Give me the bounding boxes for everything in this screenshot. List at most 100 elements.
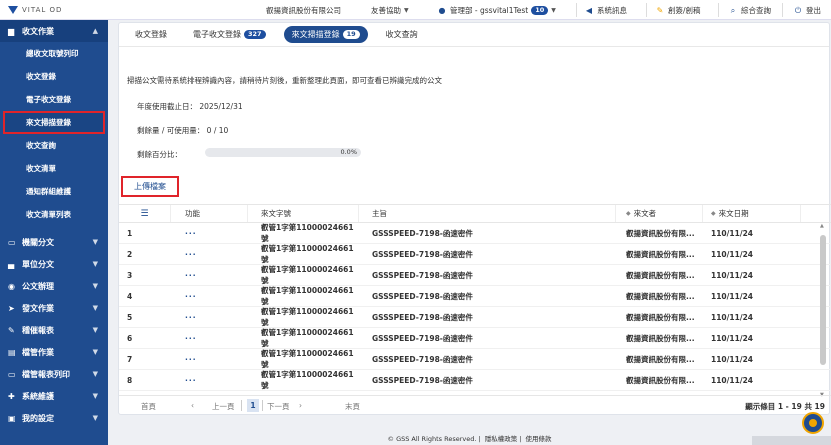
sidebar-item[interactable]: 收文查詢 xyxy=(0,134,108,157)
row-subject: GSSSPEED-7198-函速密件 xyxy=(372,312,473,322)
divider xyxy=(718,3,719,17)
scroll-thumb[interactable] xyxy=(820,235,826,365)
terms-link[interactable]: 使用條款 xyxy=(525,435,551,443)
row-actions[interactable]: ··· xyxy=(171,250,248,259)
chevron-down-icon: ▼ xyxy=(92,348,98,356)
sidebar-group-label: 系統維護 xyxy=(22,391,54,401)
tab-receive-register[interactable]: 收文登錄 xyxy=(127,26,175,43)
progress-text: 0.0% xyxy=(340,148,357,156)
sidebar-group-receive[interactable]: ▆ 收文作業 ▲ xyxy=(0,20,108,42)
sidebar-item[interactable]: 收文清單列表 xyxy=(0,203,108,226)
table-row[interactable]: 5 ··· 叡管1字第11000024661號 GSSSPEED-7198-函速密件 叡… xyxy=(119,307,831,328)
tab-label: 收文查詢 xyxy=(385,30,418,39)
sidebar-item[interactable]: 收文清單 xyxy=(0,157,108,180)
logo[interactable]: VITAL OD xyxy=(0,5,108,15)
row-actions[interactable]: ··· xyxy=(171,376,248,385)
row-actions[interactable]: ··· xyxy=(171,313,248,322)
tab-electronic-register[interactable]: 電子收文登錄 327 xyxy=(185,26,274,43)
sidebar-group[interactable]: ▭ 機關分文 ▼ xyxy=(0,231,108,253)
row-index: 2 xyxy=(127,249,133,259)
assistant-bot-icon[interactable] xyxy=(802,412,824,434)
row-doc-number: 叡管1字第11000024661號 xyxy=(261,328,354,348)
next-page-button[interactable]: 下一頁 xyxy=(267,401,290,412)
sidebar-item[interactable]: 電子收文登錄 xyxy=(0,88,108,111)
row-doc-number: 叡管1字第11000024661號 xyxy=(261,349,354,369)
sidebar-item-active[interactable]: 來文掃描登錄 xyxy=(3,111,105,134)
wrench-icon: ✚ xyxy=(8,391,15,401)
sidebar-group[interactable]: ▭ 檔管報表列印 ▼ xyxy=(0,363,108,385)
scroll-up-icon[interactable]: ▲ xyxy=(820,223,824,229)
row-actions[interactable]: ··· xyxy=(171,334,248,343)
archive-icon: ▤ xyxy=(8,347,16,357)
upload-button[interactable]: 上傳檔案 xyxy=(121,176,179,197)
row-actions[interactable]: ··· xyxy=(171,292,248,301)
header-date[interactable]: ◆ 來文日期 xyxy=(703,205,801,222)
logout-button[interactable]: ⏻ 登出 xyxy=(793,5,821,16)
logout-icon: ⏻ xyxy=(794,5,802,15)
sidebar-group[interactable]: ✚ 系統維護 ▼ xyxy=(0,385,108,407)
logo-icon xyxy=(8,5,18,15)
tab-label: 電子收文登錄 xyxy=(193,30,241,39)
sidebar-group-label: 機關分文 xyxy=(22,237,54,247)
tab-receive-query[interactable]: 收文查詢 xyxy=(378,26,426,43)
sidebar-group[interactable]: ✎ 稽催報表 ▼ xyxy=(0,319,108,341)
next-arrow-icon[interactable]: › xyxy=(299,401,302,410)
row-actions[interactable]: ··· xyxy=(171,355,248,364)
table-row[interactable]: 8 ··· 叡管1字第11000024661號 GSSSPEED-7198-函速密件 叡… xyxy=(119,370,831,391)
top-bar: VITAL OD 叡揚資訊股份有限公司 友善協助 ▼ ● 管理部 - gssvi… xyxy=(0,0,831,20)
row-index: 8 xyxy=(127,375,133,385)
last-page-button[interactable]: 末頁 xyxy=(345,401,360,412)
prev-page-button[interactable]: 上一頁 xyxy=(212,401,235,412)
sidebar-group[interactable]: ▤ 檔管作業 ▼ xyxy=(0,341,108,363)
current-page[interactable]: 1 xyxy=(247,399,259,412)
row-actions[interactable]: ··· xyxy=(171,229,248,238)
sidebar-group-label: 公文辦理 xyxy=(22,281,54,291)
first-page-button[interactable]: 首頁 xyxy=(141,401,156,412)
edit-icon: ✎ xyxy=(656,5,664,15)
folder-icon: ▭ xyxy=(8,369,16,379)
search-button[interactable]: ⌕ 綜合查詢 xyxy=(728,5,771,16)
prev-arrow-icon[interactable]: ‹ xyxy=(191,401,194,410)
table-row[interactable]: 6 ··· 叡管1字第11000024661號 GSSSPEED-7198-函速密件 叡… xyxy=(119,328,831,349)
row-index: 7 xyxy=(127,354,133,364)
user-icon: ● xyxy=(438,5,446,15)
sidebar-group[interactable]: ◉ 公文辦理 ▼ xyxy=(0,275,108,297)
chevron-down-icon: ▼ xyxy=(92,304,98,312)
sidebar-group[interactable]: ➤ 發文作業 ▼ xyxy=(0,297,108,319)
sidebar-item[interactable]: 總收文取號列印 xyxy=(0,42,108,65)
row-date: 110/11/24 xyxy=(711,312,754,322)
main-panel: 收文登錄 電子收文登錄 327 來文掃描登錄 19 收文查詢 掃描公文需待系統排… xyxy=(118,22,831,415)
header-sender[interactable]: ◆ 來文者 xyxy=(616,205,703,222)
sidebar-group-label: 單位分文 xyxy=(22,259,54,269)
sidebar-group[interactable]: ▄ 單位分文 ▼ xyxy=(0,253,108,275)
divider xyxy=(262,400,263,411)
table-row[interactable]: 4 ··· 叡管1字第11000024661號 GSSSPEED-7198-函速密件 叡… xyxy=(119,286,831,307)
sidebar-group[interactable]: ▣ 我的設定 ▼ xyxy=(0,407,108,429)
row-actions[interactable]: ··· xyxy=(171,271,248,280)
table-row[interactable]: 7 ··· 叡管1字第11000024661號 GSSSPEED-7198-函速密件 叡… xyxy=(119,349,831,370)
table-row[interactable]: 1 ··· 叡管1字第11000024661號 GSSSPEED-7198-函速密件 叡… xyxy=(119,223,831,244)
megaphone-icon: ◀ xyxy=(585,5,593,15)
privacy-link[interactable]: 隱私權政策 xyxy=(485,435,518,443)
tab-label: 收文登錄 xyxy=(135,30,167,39)
table-scrollbar[interactable]: ▲ ▼ xyxy=(819,223,827,398)
header-doc-number[interactable]: 來文字號 xyxy=(248,205,359,222)
column-menu-icon[interactable]: ☰ xyxy=(119,205,171,222)
company-name: 叡揚資訊股份有限公司 xyxy=(266,6,341,15)
quota-text: 剩餘量 / 可使用量： 0 / 10 xyxy=(137,126,229,135)
table-body: 1 ··· 叡管1字第11000024661號 GSSSPEED-7198-函速密件叡… xyxy=(119,223,831,391)
system-msg-button[interactable]: ◀ 系統訊息 xyxy=(584,5,627,16)
create-button[interactable]: ✎ 創簽/創稿 xyxy=(655,5,701,16)
chevron-down-icon: ▼ xyxy=(92,238,98,246)
sidebar-group-label: 收文作業 xyxy=(22,26,54,36)
user-menu[interactable]: ● 管理部 - gssvital1Test 10 ▼ xyxy=(437,5,556,16)
row-subject: GSSSPEED-7198-函速密件 xyxy=(372,333,473,343)
sidebar-item[interactable]: 通知群組維護 xyxy=(0,180,108,203)
sidebar-item[interactable]: 收文登錄 xyxy=(0,65,108,88)
header-subject[interactable]: 主旨 xyxy=(359,205,616,222)
tab-scan-register[interactable]: 來文掃描登錄 19 xyxy=(283,26,368,43)
assist-menu[interactable]: 友善協助 ▼ xyxy=(371,5,409,16)
table-row[interactable]: 3 ··· 叡管1字第11000024661號 GSSSPEED-7198-函速密件 叡… xyxy=(119,265,831,286)
table-row[interactable]: 2 ··· 叡管1字第11000024661號 GSSSPEED-7198-函速密件 叡… xyxy=(119,244,831,265)
divider xyxy=(646,3,647,17)
